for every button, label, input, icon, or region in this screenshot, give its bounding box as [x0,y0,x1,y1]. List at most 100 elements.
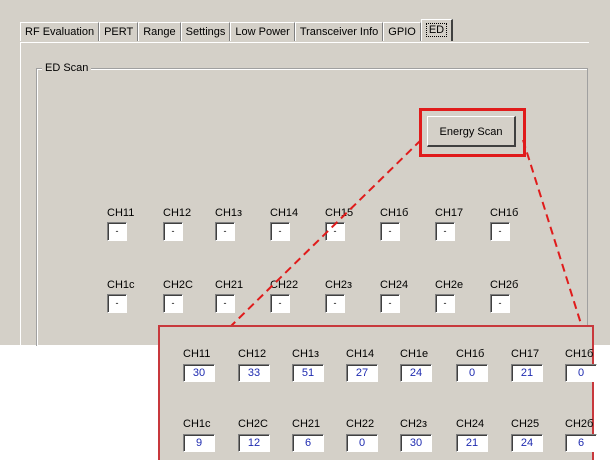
channel-label: CH2з [325,279,353,291]
energy-scan-button[interactable]: Energy Scan [427,116,516,147]
channel-value-box: - [435,294,455,313]
tab-label: GPIO [388,26,416,38]
zoom-channel-value-box: 30 [400,434,432,452]
channel-field: CH17 - [435,206,475,241]
zoom-channel-label: CH2б [565,418,594,430]
channel-value-box: - [215,222,235,241]
channel-label: CH2C [163,279,193,291]
zoom-channel-label: CH17 [511,348,540,360]
tab-ed[interactable]: ED [420,19,454,41]
zoom-channel-field: CH1б 0 [565,347,610,382]
zoom-channel-label: CH1з [292,348,320,360]
zoom-channel-field: CH11 30 [183,347,237,382]
channel-field: CH11 - [107,206,147,241]
channel-value-box: - [163,294,183,313]
tab-label: Transceiver Info [299,26,379,38]
zoom-channel-value-box: 33 [238,364,270,382]
tab-transceiver-info[interactable]: Transceiver Info [294,22,384,41]
channel-label: CH1с [107,279,135,291]
zoomed-results-panel: CH11 30 CH12 33 CH1з 51 CH14 27 CH1е 24 CH1б 0 CH17 2… [158,325,597,460]
tab-label: Low Power [235,26,290,38]
channel-label: CH2б [490,279,519,291]
zoom-channel-value-box: 21 [511,364,543,382]
channel-value-box: - [490,294,510,313]
tab-gpio[interactable]: GPIO [383,22,421,41]
zoom-channel-value-box: 21 [456,434,488,452]
tab-label: ED [425,23,448,37]
zoom-channel-label: CH11 [183,348,211,360]
channel-label: CH1б [490,207,519,219]
zoom-channel-field: CH22 0 [346,417,400,452]
zoom-channel-value-box: 0 [456,364,488,382]
channel-label: CH15 [325,207,354,219]
zoom-channel-value-box: 0 [346,434,378,452]
channel-label: CH21 [215,279,244,291]
zoom-channel-field: CH25 24 [511,417,565,452]
tab-low-power[interactable]: Low Power [230,22,295,41]
channel-field: CH15 - [325,206,365,241]
zoom-channel-value-box: 0 [565,364,597,382]
zoom-channel-label: CH25 [511,418,540,430]
zoom-channel-value-box: 6 [292,434,324,452]
zoom-channel-value-box: 6 [565,434,597,452]
channel-value-box: - [270,222,290,241]
channel-field: CH12 - [163,206,203,241]
channel-value-box: - [107,222,127,241]
zoom-channel-field: CH12 33 [238,347,292,382]
tab-range[interactable]: Range [138,22,181,41]
channel-label: CH1з [215,207,243,219]
channel-field: CH1з - [215,206,255,241]
channel-field: CH2C - [163,278,203,313]
channel-value-box: - [163,222,183,241]
zoom-channel-value-box: 51 [292,364,324,382]
channel-label: CH12 [163,207,192,219]
zoom-channel-label: CH2C [238,418,268,430]
channel-field: CH21 - [215,278,255,313]
tab-label: Settings [185,26,226,38]
zoom-channel-field: CH2C 12 [238,417,292,452]
tab-bar: RF Evaluation PERT Range Settings Low Power T… [20,19,454,42]
channel-label: CH2е [435,279,464,291]
zoom-channel-field: CH1е 24 [400,347,454,382]
channel-value-box: - [490,222,510,241]
channel-label: CH22 [270,279,299,291]
tab-rf-evaluation[interactable]: RF Evaluation [20,22,100,41]
channel-label: CH24 [380,279,409,291]
zoom-channel-field: CH14 27 [346,347,400,382]
tab-pert[interactable]: PERT [99,22,139,41]
zoom-channel-label: CH14 [346,348,375,360]
channel-value-box: - [380,294,400,313]
channel-field: CH14 - [270,206,310,241]
zoom-channel-value-box: 24 [400,364,432,382]
zoom-channel-field: CH2б 6 [565,417,610,452]
zoom-channel-label: CH1с [183,418,211,430]
channel-value-box: - [325,222,345,241]
tab-settings[interactable]: Settings [180,22,231,41]
zoom-channel-value-box: 9 [183,434,215,452]
channel-field: CH2е - [435,278,475,313]
channel-field: CH24 - [380,278,420,313]
zoom-channel-value-box: 24 [511,434,543,452]
zoom-channel-label: CH2з [400,418,428,430]
channel-field: CH1с - [107,278,147,313]
zoom-channel-field: CH1з 51 [292,347,346,382]
zoom-channel-field: CH2з 30 [400,417,454,452]
zoom-channel-value-box: 27 [346,364,378,382]
zoom-channel-field: CH24 21 [456,417,510,452]
zoom-channel-value-box: 12 [238,434,270,452]
channel-field: CH2б - [490,278,530,313]
channel-label: CH17 [435,207,464,219]
tab-label: Range [143,26,176,38]
channel-value-box: - [325,294,345,313]
zoom-channel-label: CH22 [346,418,375,430]
tab-label: RF Evaluation [25,26,95,38]
zoom-channel-label: CH12 [238,348,267,360]
zoom-channel-label: CH21 [292,418,321,430]
channel-field: CH1б - [490,206,530,241]
ed-scan-window: RF Evaluation PERT Range Settings Low Power T… [0,0,610,346]
channel-value-box: - [215,294,235,313]
channel-field: CH2з - [325,278,365,313]
channel-value-box: - [435,222,455,241]
channel-value-box: - [270,294,290,313]
channel-value-box: - [380,222,400,241]
